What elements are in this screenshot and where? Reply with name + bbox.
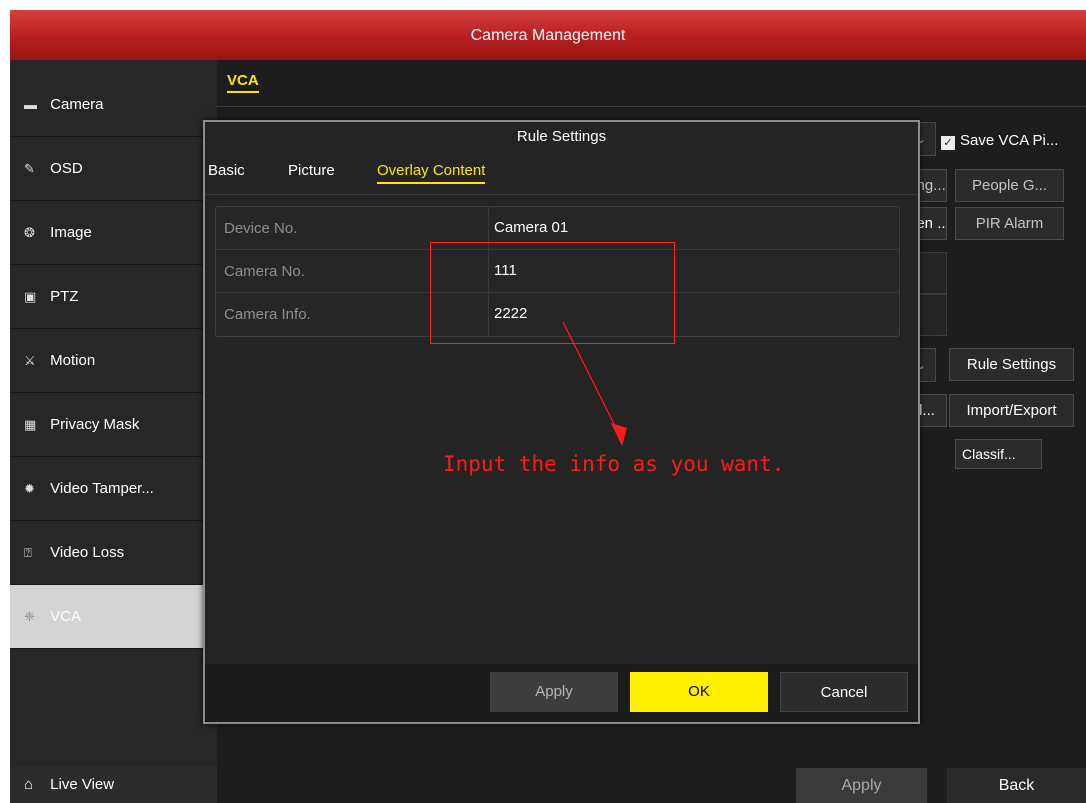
ok-button[interactable]: OK [630,672,768,712]
osd-pen-icon: ✎ [24,161,35,176]
sidebar-item-label: Motion [50,352,96,369]
save-vca-picture-checkbox[interactable]: ✓ Save VCA Pi... [941,132,1058,150]
dialog-title: Rule Settings [516,128,607,145]
pir-alarm-button[interactable]: PIR Alarm [955,207,1064,240]
home-icon: ⌂ [24,776,34,793]
vca-icon: ❈ [24,609,35,624]
save-vca-label: Save VCA Pi... [960,132,1059,149]
window-title: Camera Management [10,10,1086,60]
sidebar-item-label: Image [50,224,92,241]
sidebar-item-image[interactable]: ❂ Image [10,201,217,265]
sidebar-item-camera[interactable]: ▬ Camera [10,73,217,137]
dialog-apply-button[interactable]: Apply [490,672,618,712]
back-button[interactable]: Back [947,768,1086,803]
camera-management-app: Camera Management ▬ Camera ✎ OSD ❂ Image… [10,10,1086,803]
people-gathering-button[interactable]: People G... [955,169,1064,202]
column-header-classification: Classif... [955,439,1042,469]
motion-icon: ⚔ [24,353,36,368]
sidebar-item-label: VCA [50,608,82,625]
import-export-button[interactable]: Import/Export [949,394,1074,427]
sidebar-item-video-loss[interactable]: ⍰ Video Loss [10,521,217,585]
tab-vca[interactable]: VCA [227,72,259,93]
dialog-footer: Apply OK Cancel [205,664,918,722]
sidebar-item-label: OSD [50,160,83,177]
sidebar-item-privacy-mask[interactable]: ▦ Privacy Mask [10,393,217,457]
sidebar-item-vca[interactable]: ❈ VCA [10,585,217,649]
footer-apply-button[interactable]: Apply [796,768,927,803]
cancel-button[interactable]: Cancel [780,672,908,712]
image-icon: ❂ [24,225,35,240]
sidebar-item-label: PTZ [50,288,79,305]
ptz-icon: ▣ [24,289,37,304]
rule-settings-dialog: Rule Settings Basic Picture Overlay Cont… [203,120,920,724]
checkbox-checked-icon: ✓ [941,136,955,150]
camera-icon: ▬ [24,97,37,112]
tab-picture[interactable]: Picture [288,162,335,179]
sidebar: ▬ Camera ✎ OSD ❂ Image ▣ PTZ ⚔ Motion ▦ … [10,60,217,803]
sidebar-item-label: Privacy Mask [50,416,140,433]
sidebar-item-label: Video Loss [50,544,125,561]
tab-overlay-content[interactable]: Overlay Content [377,162,486,184]
annotation-highlight-box [430,242,675,344]
video-loss-icon: ⍰ [24,545,32,560]
rule-settings-button[interactable]: Rule Settings [949,348,1074,381]
sidebar-item-label: Video Tamper... [50,480,154,497]
sidebar-item-ptz[interactable]: ▣ PTZ [10,265,217,329]
video-tamper-icon: ✹ [24,481,35,496]
live-view-label: Live View [50,776,115,793]
live-view-button[interactable]: ⌂ Live View [10,767,217,803]
tab-basic[interactable]: Basic [208,162,245,179]
sidebar-item-osd[interactable]: ✎ OSD [10,137,217,201]
privacy-mask-icon: ▦ [24,417,37,432]
tab-divider [217,106,1086,107]
tab-divider [205,194,918,195]
sidebar-item-label: Camera [50,96,104,113]
sidebar-item-motion[interactable]: ⚔ Motion [10,329,217,393]
sidebar-item-video-tamper[interactable]: ✹ Video Tamper... [10,457,217,521]
annotation-text: Input the info as you want. [443,452,785,476]
